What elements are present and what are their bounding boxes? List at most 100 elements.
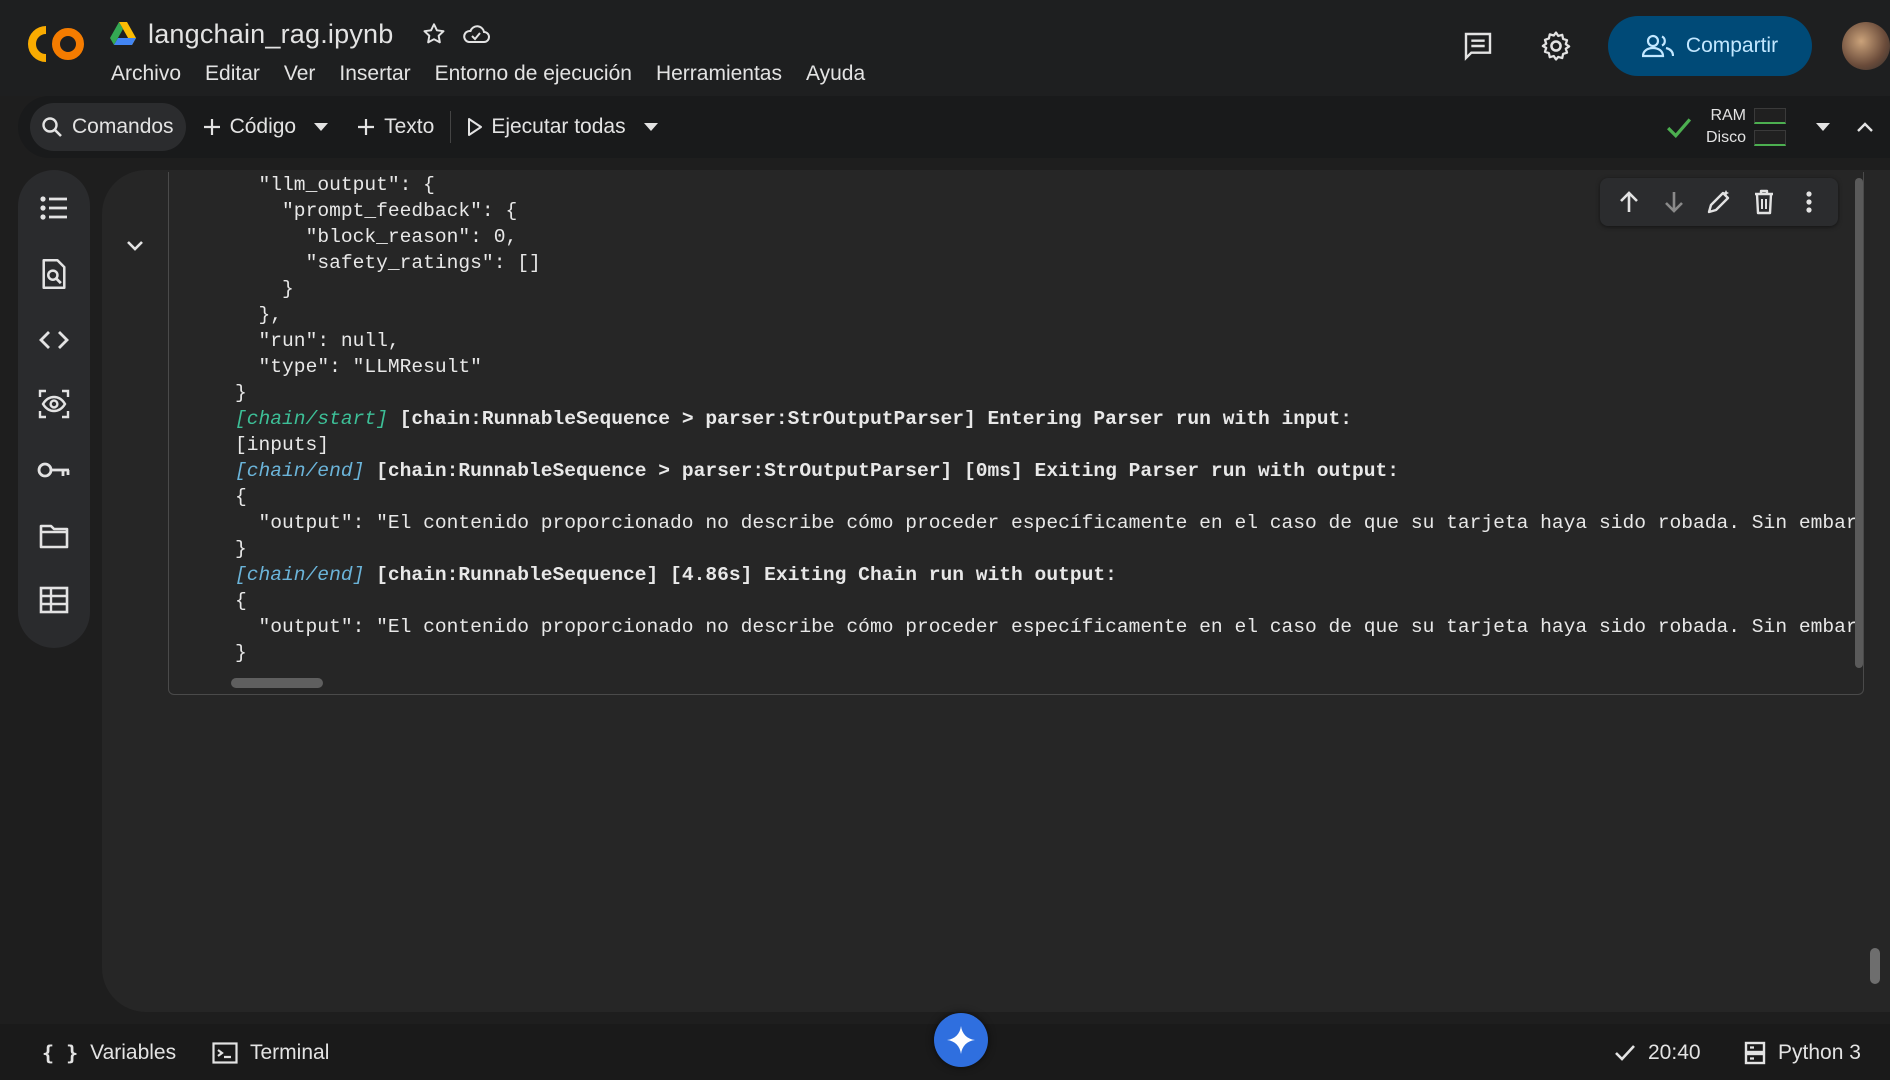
output-line: } [235,276,1863,302]
output-horizontal-scrollbar[interactable] [231,678,323,688]
brace-open: { [235,486,247,508]
toolbar-divider [450,111,452,143]
output-line: "block_reason": 0, [235,224,1863,250]
terminal-panel-button[interactable]: Terminal [212,1038,329,1068]
menu-archivo[interactable]: Archivo [111,60,193,88]
more-options-vertical-icon[interactable] [1793,186,1825,218]
edit-cell-pencil-icon[interactable] [1703,186,1735,218]
json-text: "llm_output": { [258,174,435,196]
plus-icon [358,119,375,135]
code-dropdown-caret[interactable] [306,105,336,149]
chain-start-tag: [chain/start] [235,408,388,430]
cell-output[interactable]: "llm_output": { "prompt_feedback": { "bl… [168,172,1864,695]
output-value-line: "output": "El contenido proporcionado no… [235,616,1864,638]
brace-open: { [235,590,247,612]
variable-inspector-eye-icon[interactable] [36,386,72,422]
menu-insertar[interactable]: Insertar [327,60,422,88]
runtime-resources[interactable]: RAM Disco [1666,106,1786,148]
title-row: langchain_rag.ipynb [110,16,491,52]
check-icon [1615,1045,1635,1061]
add-text-label: Texto [384,115,435,138]
resources-dropdown-caret[interactable] [1808,105,1838,149]
ram-label: RAM [1710,107,1746,124]
server-stack-icon [1744,1041,1766,1065]
json-text: "safety_ratings": [] [305,252,541,274]
output-line: "output": "El contenido proporcionado no… [235,614,1864,640]
chain-end-tag: [chain/end] [235,564,365,586]
output-value-line: "output": "El contenido proporcionado no… [235,512,1864,534]
menu-herramientas[interactable]: Herramientas [644,60,794,88]
terminal-label: Terminal [250,1041,330,1064]
json-text: "run": null, [258,330,400,352]
commands-button[interactable]: Comandos [30,103,186,151]
inputs-line: [inputs] [235,434,330,456]
run-all-label: Ejecutar todas [491,115,626,138]
json-text: "block_reason": 0, [305,226,518,248]
code-snippets-icon[interactable] [36,322,72,358]
variables-panel-button[interactable]: { } Variables [42,1038,176,1068]
share-button[interactable]: Compartir [1608,16,1812,76]
page-vertical-scrollbar[interactable] [1870,948,1880,984]
collapse-header-chevron-icon[interactable] [1850,105,1880,149]
menu-ayuda[interactable]: Ayuda [794,60,877,88]
delete-cell-trash-icon[interactable] [1748,186,1780,218]
output-vertical-scrollbar[interactable] [1855,178,1863,668]
brace-close: } [235,642,247,664]
notebook-title[interactable]: langchain_rag.ipynb [148,19,393,50]
output-text: "llm_output": { "prompt_feedback": { "bl… [235,172,1864,666]
output-line: "run": null, [235,328,1863,354]
runtime-type-button[interactable]: Python 3 [1744,1038,1861,1068]
comments-icon[interactable] [1452,20,1504,72]
data-table-icon[interactable] [36,582,72,618]
runtime-label: Python 3 [1778,1041,1861,1064]
add-text-button[interactable]: Texto [346,105,444,149]
terminal-icon [212,1042,238,1064]
output-line: "safety_ratings": [] [235,250,1863,276]
cell-toolbar [1600,178,1838,226]
run-all-dropdown-caret[interactable] [636,105,666,149]
output-line: } [235,536,1863,562]
menu-entorno-ejecucion[interactable]: Entorno de ejecución [423,60,644,88]
disk-label: Disco [1705,129,1746,146]
table-of-contents-icon[interactable] [36,190,72,226]
user-avatar[interactable] [1842,22,1890,70]
chain-end-text: [chain:RunnableSequence > parser:StrOutp… [364,460,1400,482]
gemini-sparkle-icon [947,1026,975,1054]
cloud-saved-icon[interactable] [461,19,491,49]
menu-editar[interactable]: Editar [193,60,272,88]
menu-ver[interactable]: Ver [272,60,328,88]
chain-end-text: [chain:RunnableSequence] [4.86s] Exiting… [364,564,1117,586]
json-text: }, [258,304,283,326]
collapse-cell-chevron-icon[interactable] [124,234,146,256]
star-icon[interactable] [419,19,449,49]
json-text: "type": "LLMResult" [258,356,482,378]
chain-end-tag: [chain/end] [235,460,365,482]
execution-status[interactable]: 20:40 [1614,1038,1701,1068]
move-cell-up-icon[interactable] [1613,186,1645,218]
google-drive-icon[interactable] [110,22,136,46]
curly-braces-icon: { } [42,1041,79,1065]
colab-logo[interactable] [24,22,88,66]
output-line: [chain/end] [chain:RunnableSequence] [4.… [235,562,1863,588]
find-in-document-icon[interactable] [36,256,72,292]
left-sidebar [18,170,90,648]
move-cell-down-icon[interactable] [1658,186,1690,218]
gemini-assistant-button[interactable] [934,1013,988,1067]
brace-close: } [235,538,247,560]
add-code-label: Código [229,115,297,138]
secrets-key-icon[interactable] [36,452,72,488]
output-line: "type": "LLMResult" [235,354,1863,380]
output-line: { [235,484,1863,510]
notebook-toolbar: Comandos Código Texto Ejecutar todas RAM [18,96,1890,158]
files-folder-icon[interactable] [36,518,72,554]
output-line: } [235,640,1863,666]
add-code-button[interactable]: Código [192,105,307,149]
settings-gear-icon[interactable] [1530,20,1582,72]
run-all-button[interactable]: Ejecutar todas [457,105,635,149]
output-line: [chain/start] [chain:RunnableSequence > … [235,406,1863,432]
